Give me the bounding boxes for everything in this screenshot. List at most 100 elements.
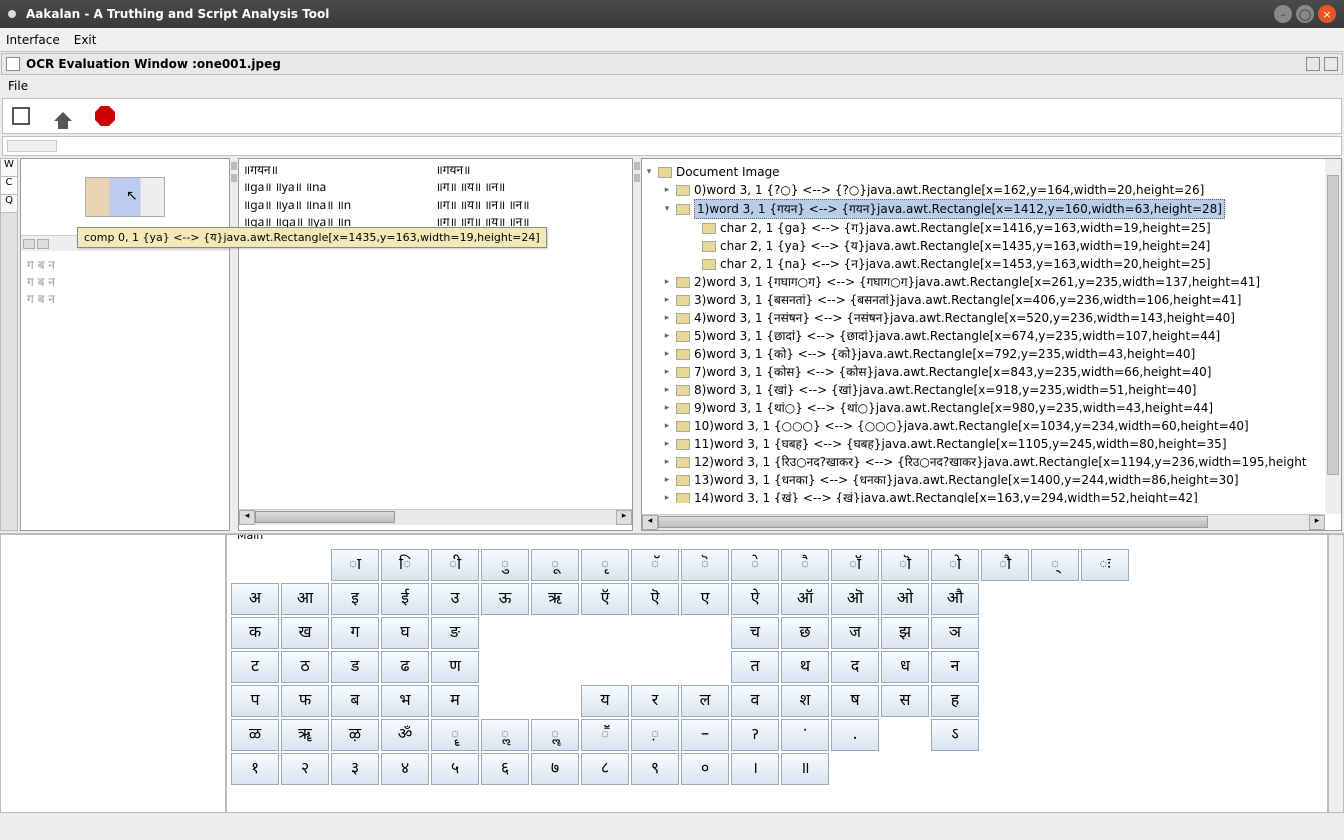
key-ॽ[interactable]: ॽ <box>731 719 779 751</box>
key-ञ[interactable]: ञ <box>931 617 979 649</box>
thumbnail-image[interactable] <box>85 177 165 217</box>
tree-node[interactable]: ▸5)word 3, 1 {छादां} <--> {छादां}java.aw… <box>644 327 1339 345</box>
key-ॐ[interactable]: ॐ <box>381 719 429 751</box>
key-ल[interactable]: ल <box>681 685 729 717</box>
key-इ[interactable]: इ <box>331 583 379 615</box>
key-ए[interactable]: ए <box>681 583 729 615</box>
key-ो[interactable]: ो <box>931 549 979 581</box>
key-ळ[interactable]: ळ <box>231 719 279 751</box>
key-ढ[interactable]: ढ <box>381 651 429 683</box>
key-९[interactable]: ९ <box>631 753 679 785</box>
key-द[interactable]: द <box>831 651 879 683</box>
tab-q[interactable]: Q <box>1 195 17 213</box>
comparison-hscroll[interactable]: ◂ ▸ <box>239 509 632 525</box>
key-ङ[interactable]: ङ <box>431 617 479 649</box>
key-र[interactable]: र <box>631 685 679 717</box>
tree-node[interactable]: ▸8)word 3, 1 {खां} <--> {खां}java.awt.Re… <box>644 381 1339 399</box>
key-ि[interactable]: ि <box>381 549 429 581</box>
tree-node[interactable]: char 2, 1 {ga} <--> {ग}java.awt.Rectangl… <box>644 219 1339 237</box>
key-ा[interactable]: ा <box>331 549 379 581</box>
key-ः[interactable]: ः <box>1081 549 1129 581</box>
key-त[interactable]: त <box>731 651 779 683</box>
key-१[interactable]: १ <box>231 753 279 785</box>
key-छ[interactable]: छ <box>781 617 829 649</box>
key-२[interactable]: २ <box>281 753 329 785</box>
key-ॢ[interactable]: ॢ <box>481 719 529 751</box>
scroll-left-icon[interactable]: ◂ <box>642 515 658 530</box>
key-ज[interactable]: ज <box>831 617 879 649</box>
key-ॱ[interactable]: ॱ <box>781 719 829 751</box>
key-०[interactable]: ० <box>681 753 729 785</box>
menu-file[interactable]: File <box>8 79 28 93</box>
key-फ[interactable]: फ <box>281 685 329 717</box>
key-३[interactable]: ३ <box>331 753 379 785</box>
tree-node[interactable]: ▸12)word 3, 1 {रिउ○नद?खाकर} <--> {रिउ○नद… <box>644 453 1339 471</box>
key-ै[interactable]: ै <box>781 549 829 581</box>
key-ओ[interactable]: ओ <box>881 583 929 615</box>
tree-node[interactable]: ▸11)word 3, 1 {घबह} <--> {घबह}java.awt.R… <box>644 435 1339 453</box>
key-ठ[interactable]: ठ <box>281 651 329 683</box>
key-झ[interactable]: झ <box>881 617 929 649</box>
key-ी[interactable]: ी <box>431 549 479 581</box>
tree-node[interactable]: char 2, 1 {na} <--> {न}java.awt.Rectangl… <box>644 255 1339 273</box>
tree-node[interactable]: ▸14)word 3, 1 {खं} <--> {खं}java.awt.Rec… <box>644 489 1339 503</box>
key-ह[interactable]: ह <box>931 685 979 717</box>
tree-node[interactable]: char 2, 1 {ya} <--> {य}java.awt.Rectangl… <box>644 237 1339 255</box>
maximize-button[interactable]: ◯ <box>1296 5 1314 23</box>
key-उ[interactable]: उ <box>431 583 479 615</box>
key-ॕ[interactable]: ॕ <box>581 719 629 751</box>
key-ॄ[interactable]: ॄ <box>431 719 479 751</box>
key-्[interactable]: ् <box>1031 549 1079 581</box>
tree-node[interactable]: ▸10)word 3, 1 {○○○} <--> {○○○}java.awt.R… <box>644 417 1339 435</box>
key-ण[interactable]: ण <box>431 651 479 683</box>
key-ऋ[interactable]: ऋ <box>531 583 579 615</box>
key-ु[interactable]: ु <box>481 549 529 581</box>
key-ड[interactable]: ड <box>331 651 379 683</box>
tab-w[interactable]: W <box>1 159 17 177</box>
key-ू[interactable]: ू <box>531 549 579 581</box>
tree-hscroll[interactable]: ◂ ▸ <box>642 514 1325 530</box>
key-ॊ[interactable]: ॊ <box>881 549 929 581</box>
key-भ[interactable]: भ <box>381 685 429 717</box>
key-ग[interactable]: ग <box>331 617 379 649</box>
scroll-right-icon[interactable]: ▸ <box>616 510 632 525</box>
key-प[interactable]: प <box>231 685 279 717</box>
key-।[interactable]: । <box>731 753 779 785</box>
close-button[interactable]: × <box>1318 5 1336 23</box>
key-अ[interactable]: अ <box>231 583 279 615</box>
key-ऐ[interactable]: ऐ <box>731 583 779 615</box>
tree-node[interactable]: ▸13)word 3, 1 {धनका} <--> {धनका}java.awt… <box>644 471 1339 489</box>
splitter-2[interactable] <box>633 158 641 531</box>
key-य[interactable]: य <box>581 685 629 717</box>
key-़[interactable]: ़ <box>631 719 679 751</box>
inner-restore-icon[interactable] <box>1306 57 1320 71</box>
bottom-vscroll[interactable] <box>1328 534 1344 813</box>
key-६[interactable]: ६ <box>481 753 529 785</box>
key-े[interactable]: े <box>731 549 779 581</box>
tree-node[interactable]: ▸0)word 3, 1 {?○} <--> {?○}java.awt.Rect… <box>644 181 1339 199</box>
key-५[interactable]: ५ <box>431 753 479 785</box>
key-॥[interactable]: ॥ <box>781 753 829 785</box>
key-आ[interactable]: आ <box>281 583 329 615</box>
key-ृ[interactable]: ृ <box>581 549 629 581</box>
key-ट[interactable]: ट <box>231 651 279 683</box>
key-ॆ[interactable]: ॆ <box>681 549 729 581</box>
tree-vscroll[interactable] <box>1325 159 1341 514</box>
splitter-1[interactable] <box>230 158 238 531</box>
key-ऴ[interactable]: ऴ <box>331 719 379 751</box>
key-न[interactable]: न <box>931 651 979 683</box>
key-घ[interactable]: घ <box>381 617 429 649</box>
key-ॉ[interactable]: ॉ <box>831 549 879 581</box>
key-ऽ[interactable]: ऽ <box>931 719 979 751</box>
key-ख[interactable]: ख <box>281 617 329 649</box>
key-ऒ[interactable]: ऒ <box>831 583 879 615</box>
key-औ[interactable]: औ <box>931 583 979 615</box>
key-ऊ[interactable]: ऊ <box>481 583 529 615</box>
tree-node[interactable]: ▸2)word 3, 1 {गघाग○ग} <--> {गघाग○ग}java.… <box>644 273 1339 291</box>
key-ौ[interactable]: ौ <box>981 549 1029 581</box>
tree-node[interactable]: ▾1)word 3, 1 {गयन} <--> {गयन}java.awt.Re… <box>644 199 1339 219</box>
key-ऑ[interactable]: ऑ <box>781 583 829 615</box>
tree-node[interactable]: ▸7)word 3, 1 {कोस} <--> {कोस}java.awt.Re… <box>644 363 1339 381</box>
tree-node[interactable]: ▸6)word 3, 1 {को} <--> {को}java.awt.Rect… <box>644 345 1339 363</box>
key-४[interactable]: ४ <box>381 753 429 785</box>
